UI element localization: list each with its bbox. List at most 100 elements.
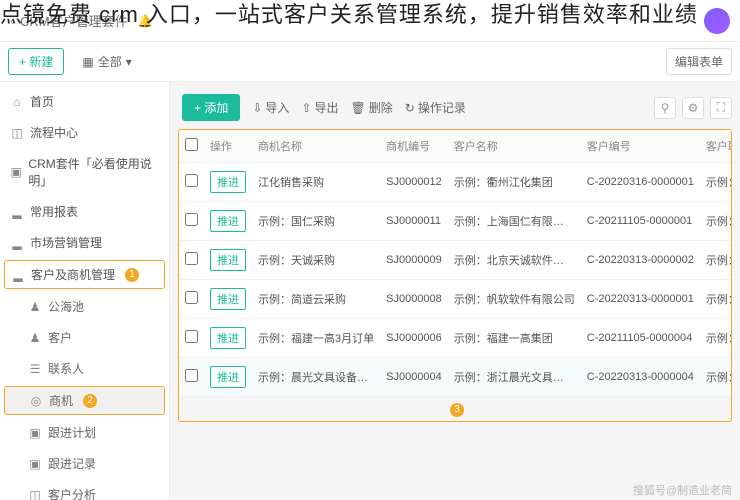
push-button[interactable]: 推进 xyxy=(210,288,246,310)
column-header: 商机名称 xyxy=(252,130,380,163)
cell-customer-num: C-20220313-0000002 xyxy=(581,241,700,280)
expand-icon[interactable]: ⛶ xyxy=(710,97,732,119)
sidebar-item[interactable]: ▣CRM套件「必看使用说明」 xyxy=(0,148,169,196)
sidebar-item-label: 商机 xyxy=(49,392,73,409)
folder-icon: ◫ xyxy=(10,126,24,140)
cell-contact: 示例：赵仁民 xyxy=(700,163,732,202)
folder-icon: ▂ xyxy=(11,268,25,282)
cell-name: 示例：晨光文具设备… xyxy=(252,358,380,397)
push-button[interactable]: 推进 xyxy=(210,366,246,388)
table-row[interactable]: 推进 示例：晨光文具设备… SJ0000004 示例：浙江晨光文具… C-202… xyxy=(179,358,732,397)
folder-icon: ▂ xyxy=(10,236,24,250)
add-button[interactable]: + 添加 xyxy=(182,94,240,121)
filter-icon[interactable]: ⚲ xyxy=(654,97,676,119)
table-row[interactable]: 推进 示例：简道云采购 SJ0000008 示例：帆软软件有限公司 C-2022… xyxy=(179,280,732,319)
cell-customer-num: C-20211105-0000004 xyxy=(581,319,700,358)
select-all-checkbox[interactable] xyxy=(185,138,198,151)
cell-code: SJ0000011 xyxy=(380,202,448,241)
sidebar-item[interactable]: ▂客户及商机管理1 xyxy=(4,260,165,289)
watermark: 搜狐号@制造业老简 xyxy=(633,482,732,498)
sidebar-item[interactable]: ▂常用报表 xyxy=(0,196,169,227)
badge: 1 xyxy=(125,268,139,282)
folder-icon: ▣ xyxy=(10,165,22,179)
push-button[interactable]: 推进 xyxy=(210,249,246,271)
table-badge-row: 3 xyxy=(179,397,731,421)
tab-all[interactable]: ▦ 全部 ▾ xyxy=(72,49,141,74)
column-header: 客户联系人 xyxy=(700,130,732,163)
sidebar-item[interactable]: ☰联系人 xyxy=(0,353,169,384)
badge: 2 xyxy=(83,394,97,408)
grid-icon: ▦ xyxy=(82,55,93,69)
row-checkbox[interactable] xyxy=(185,213,198,226)
tab-all-label: 全部 xyxy=(98,53,122,70)
sidebar-item[interactable]: ◫客户分析 xyxy=(0,479,169,500)
row-checkbox[interactable] xyxy=(185,369,198,382)
sidebar-item[interactable]: ▣跟进计划 xyxy=(0,417,169,448)
column-header: 操作 xyxy=(204,130,252,163)
sidebar-item[interactable]: ♟公海池 xyxy=(0,291,169,322)
cell-customer: 示例：福建一高集团 xyxy=(448,319,581,358)
sidebar-item-label: 客户分析 xyxy=(48,486,96,500)
search-icon[interactable]: ⚙ xyxy=(682,97,704,119)
table-row[interactable]: 推进 江化销售采购 SJ0000012 示例：衢州江化集团 C-20220316… xyxy=(179,163,732,202)
secondbar: + 新建 ▦ 全部 ▾ 编辑表单 xyxy=(0,42,740,82)
table-row[interactable]: 推进 示例：天诚采购 SJ0000009 示例：北京天诚软件… C-202203… xyxy=(179,241,732,280)
cell-customer: 示例：衢州江化集团 xyxy=(448,163,581,202)
data-table: 操作商机名称商机编号客户名称客户编号客户联系人 推进 江化销售采购 SJ0000… xyxy=(179,130,732,397)
cell-code: SJ0000009 xyxy=(380,241,448,280)
push-button[interactable]: 推进 xyxy=(210,327,246,349)
column-header: 商机编号 xyxy=(380,130,448,163)
avatar[interactable] xyxy=(704,8,730,34)
cell-code: SJ0000006 xyxy=(380,319,448,358)
folder-icon: ▣ xyxy=(28,457,42,471)
sidebar-item[interactable]: ◎ 商机 2 xyxy=(4,386,165,415)
sidebar-item[interactable]: ◫流程中心 xyxy=(0,117,169,148)
sidebar-item-label: 联系人 xyxy=(48,360,84,377)
sidebar-item[interactable]: ⌂首页 xyxy=(0,86,169,117)
folder-icon: ▣ xyxy=(28,426,42,440)
row-checkbox[interactable] xyxy=(185,330,198,343)
column-header: 客户编号 xyxy=(581,130,700,163)
folder-icon: ♟ xyxy=(28,300,42,314)
cell-customer-num: C-20220313-0000004 xyxy=(581,358,700,397)
push-button[interactable]: 推进 xyxy=(210,210,246,232)
cell-customer: 示例：上海国仁有限… xyxy=(448,202,581,241)
row-checkbox[interactable] xyxy=(185,291,198,304)
import-label: 导入 xyxy=(265,99,289,116)
sidebar-item-label: 常用报表 xyxy=(30,203,78,220)
sidebar-item[interactable]: ♟客户 xyxy=(0,322,169,353)
log-button[interactable]: ↻ 操作记录 xyxy=(405,99,466,116)
cell-code: SJ0000008 xyxy=(380,280,448,319)
sidebar-item[interactable]: ▂市场营销管理 xyxy=(0,227,169,258)
cell-customer: 示例：北京天诚软件… xyxy=(448,241,581,280)
table-row[interactable]: 推进 示例：福建一高3月订单 SJ0000006 示例：福建一高集团 C-202… xyxy=(179,319,732,358)
export-button[interactable]: ⇧ 导出 xyxy=(301,99,338,116)
cell-name: 示例：简道云采购 xyxy=(252,280,380,319)
delete-label: 删除 xyxy=(369,99,393,116)
delete-button[interactable]: 🗑 删除 xyxy=(351,99,393,116)
push-button[interactable]: 推进 xyxy=(210,171,246,193)
toolbar: + 添加 ⇩ 导入 ⇧ 导出 🗑 删除 ↻ 操作记录 ⚲ ⚙ ⛶ xyxy=(178,90,732,129)
import-button[interactable]: ⇩ 导入 xyxy=(252,99,289,116)
new-button[interactable]: + 新建 xyxy=(8,48,64,75)
cell-customer-num: C-20220313-0000001 xyxy=(581,280,700,319)
sidebar-item-label: 客户 xyxy=(48,329,72,346)
overlay-headline: 点镜免费 crm 入口，一站式客户关系管理系统，提升销售效率和业绩 xyxy=(0,0,698,31)
cell-contact: 示例：王宁 xyxy=(700,319,732,358)
sidebar: ⌂首页◫流程中心▣CRM套件「必看使用说明」▂常用报表▂市场营销管理▂客户及商机… xyxy=(0,82,170,500)
chevron-down-icon: ▾ xyxy=(126,55,132,69)
table-row[interactable]: 推进 示例：国仁采购 SJ0000011 示例：上海国仁有限… C-202111… xyxy=(179,202,732,241)
sidebar-item[interactable]: ▣ 跟进记录 xyxy=(0,448,169,479)
cell-contact: 示例：王倩 xyxy=(700,202,732,241)
cell-name: 示例：福建一高3月订单 xyxy=(252,319,380,358)
edit-form-button[interactable]: 编辑表单 xyxy=(666,48,732,75)
folder-icon: ◎ xyxy=(29,394,43,408)
sidebar-item-label: 跟进记录 xyxy=(48,455,96,472)
cell-customer-num: C-20211105-0000001 xyxy=(581,202,700,241)
row-checkbox[interactable] xyxy=(185,174,198,187)
badge-3: 3 xyxy=(450,403,464,417)
row-checkbox[interactable] xyxy=(185,252,198,265)
cell-customer: 示例：浙江晨光文具… xyxy=(448,358,581,397)
table-wrap: 操作商机名称商机编号客户名称客户编号客户联系人 推进 江化销售采购 SJ0000… xyxy=(178,129,732,422)
cell-code: SJ0000004 xyxy=(380,358,448,397)
